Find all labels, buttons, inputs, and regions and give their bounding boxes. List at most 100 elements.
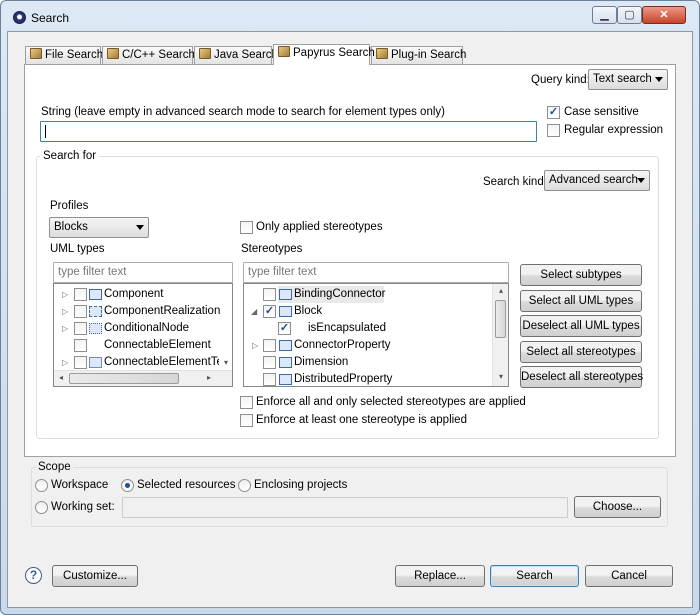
workspace-radio[interactable] [35, 479, 48, 492]
stereotype-label: BindingConnector [294, 288, 386, 300]
stereotype-checkbox[interactable]: ✓ [263, 305, 276, 318]
stereotype-icon [279, 374, 292, 385]
uml-type-checkbox[interactable] [74, 339, 87, 352]
uml-filter-placeholder: type filter text [58, 266, 127, 278]
stereotypes-vertical-scrollbar[interactable]: ▴ ▾ [492, 284, 508, 386]
only-applied-stereotypes-checkbox[interactable] [240, 221, 253, 234]
uml-types-filter-input[interactable]: type filter text [53, 262, 233, 283]
scroll-down-arrow-icon[interactable]: ▾ [495, 372, 507, 381]
uml-types-tree[interactable]: ▷ Component ▷ ComponentRealization ▷ Con… [53, 283, 233, 387]
search-button[interactable]: Search [490, 565, 579, 587]
stereotype-label: Block [294, 305, 323, 317]
stereotype-checkbox[interactable] [263, 339, 276, 352]
uml-type-checkbox[interactable] [74, 305, 87, 318]
stereotype-checkbox[interactable] [263, 356, 276, 369]
stereotype-label: Dimension [294, 356, 349, 368]
uml-horizontal-scrollbar[interactable]: ◂ ▸ [54, 370, 232, 386]
minimize-icon[interactable]: ▁ [592, 6, 617, 24]
working-set-radio[interactable] [35, 501, 48, 514]
scroll-left-arrow-icon[interactable]: ◂ [56, 373, 66, 382]
select-all-stereotypes-button[interactable]: Select all stereotypes [520, 341, 642, 363]
vertical-scroll-thumb[interactable] [495, 300, 506, 338]
close-icon[interactable]: ✕ [642, 6, 686, 24]
stereotypes-tree[interactable]: BindingConnector ◢ ✓ Block ✓ isEncapsula… [243, 283, 509, 387]
search-kind-label: Search kind: [483, 176, 547, 188]
uml-type-checkbox[interactable] [74, 356, 87, 369]
stereo-filter-placeholder: type filter text [248, 266, 317, 278]
uml-type-label: ConditionalNode [104, 322, 190, 334]
scroll-right-arrow-icon[interactable]: ▸ [204, 373, 214, 382]
tab-java-search[interactable]: Java Search [194, 46, 278, 64]
tab-cpp-search[interactable]: C/C++ Search [102, 46, 195, 64]
window-title: Search [31, 11, 70, 25]
stereotype-row[interactable]: BindingConnector [244, 286, 492, 303]
uml-type-row[interactable]: ▷ ConditionalNode [54, 320, 219, 337]
stereotype-checkbox[interactable]: ✓ [278, 322, 291, 335]
replace-button[interactable]: Replace... [395, 565, 485, 587]
uml-type-row[interactable]: ▷ ComponentRealization [54, 303, 220, 320]
stereotype-row[interactable]: ◢ ✓ Block [244, 303, 492, 320]
uml-type-checkbox[interactable] [74, 322, 87, 335]
uml-type-row[interactable]: ConnectableElement [54, 337, 219, 354]
tab-file-search[interactable]: File Search [25, 46, 103, 64]
stereotype-row[interactable]: Dimension [244, 354, 492, 371]
stereotypes-filter-input[interactable]: type filter text [243, 262, 509, 283]
expand-arrow-icon[interactable]: ▷ [62, 291, 68, 299]
stereotype-icon [279, 340, 292, 351]
regular-expression-checkbox[interactable] [547, 124, 560, 137]
select-all-uml-types-button[interactable]: Select all UML types [520, 290, 642, 312]
string-label: String (leave empty in advanced search m… [41, 106, 445, 118]
string-input[interactable] [40, 121, 537, 142]
help-icon[interactable]: ? [25, 567, 42, 584]
horizontal-scroll-thumb[interactable] [69, 373, 179, 384]
stereotype-checkbox[interactable] [263, 373, 276, 386]
expand-arrow-icon[interactable]: ▷ [62, 325, 68, 333]
profiles-combo[interactable]: Blocks [49, 217, 149, 238]
cancel-button[interactable]: Cancel [585, 565, 673, 587]
search-for-title: Search for [40, 150, 100, 162]
uml-type-row[interactable]: ▷ ConnectableElementTe [54, 354, 219, 371]
stereotype-checkbox[interactable] [263, 288, 276, 301]
query-kind-combo[interactable]: Text search [588, 69, 668, 90]
maximize-icon[interactable]: ▢ [617, 6, 642, 24]
enforce-one-checkbox[interactable] [240, 414, 253, 427]
title-bar[interactable]: Search ▁ ▢ ✕ [0, 0, 698, 30]
tab-papyrus-search[interactable]: Papyrus Search [273, 44, 375, 65]
plugin-search-icon [376, 48, 388, 59]
search-kind-combo[interactable]: Advanced search [544, 170, 650, 191]
selected-resources-radio[interactable] [121, 479, 134, 492]
tab-plugin-search[interactable]: Plug-in Search [371, 46, 466, 64]
uml-type-label: ConnectableElementTe [104, 356, 219, 368]
deselect-all-uml-types-button[interactable]: Deselect all UML types [520, 315, 642, 337]
component-icon [89, 289, 102, 300]
customize-button[interactable]: Customize... [52, 565, 138, 587]
stereotype-row[interactable]: DistributedProperty [244, 371, 492, 386]
regular-expression-label: Regular expression [564, 124, 664, 136]
query-kind-label: Query kind: [531, 74, 590, 86]
enforce-all-checkbox[interactable] [240, 396, 253, 409]
working-set-input[interactable] [122, 497, 568, 518]
stereotype-icon [279, 306, 292, 317]
workspace-label: Workspace [51, 479, 109, 491]
enclosing-projects-label: Enclosing projects [254, 479, 348, 491]
conditional-node-icon [89, 323, 102, 334]
uml-type-row[interactable]: ▷ Component [54, 286, 219, 303]
select-subtypes-button[interactable]: Select subtypes [520, 264, 642, 286]
profiles-label: Profiles [50, 200, 89, 212]
expand-arrow-icon[interactable]: ▷ [62, 308, 68, 316]
deselect-all-stereotypes-button[interactable]: Deselect all stereotypes [520, 366, 643, 388]
java-search-icon [199, 48, 211, 59]
uml-type-checkbox[interactable] [74, 288, 87, 301]
case-sensitive-checkbox[interactable]: ✓ [547, 106, 560, 119]
scroll-up-arrow-icon[interactable]: ▴ [495, 286, 507, 295]
enclosing-projects-radio[interactable] [238, 479, 251, 492]
uml-types-label: UML types [50, 243, 105, 255]
choose-button[interactable]: Choose... [574, 496, 661, 518]
scroll-down-arrow-icon[interactable]: ▾ [220, 358, 232, 367]
collapse-arrow-icon[interactable]: ◢ [251, 308, 257, 316]
stereotype-row[interactable]: ▷ ConnectorProperty [244, 337, 492, 354]
expand-arrow-icon[interactable]: ▷ [62, 359, 68, 367]
component-realization-icon [89, 306, 102, 317]
stereotype-row[interactable]: ✓ isEncapsulated [244, 320, 492, 337]
expand-arrow-icon[interactable]: ▷ [252, 342, 258, 350]
